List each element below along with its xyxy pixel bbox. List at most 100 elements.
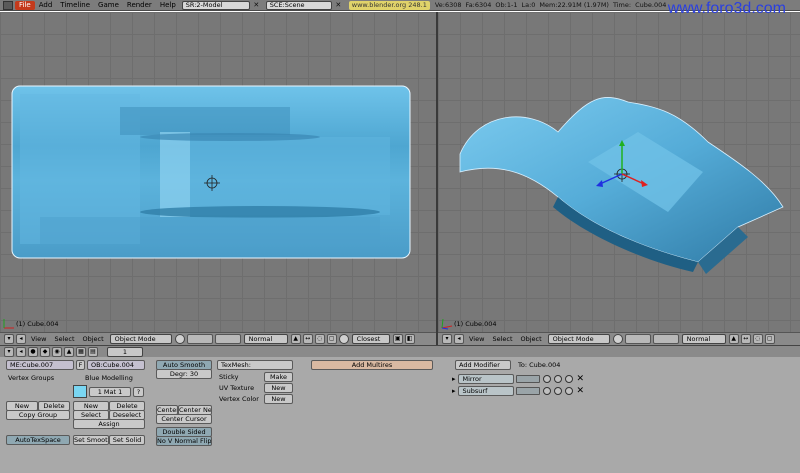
- layers-button[interactable]: [186, 334, 213, 344]
- no-v-normal-flip-toggle[interactable]: No V Normal Flip: [156, 436, 212, 446]
- menu-add[interactable]: Add: [35, 0, 57, 11]
- modifier-name[interactable]: Subsurf: [457, 386, 514, 396]
- menu-select[interactable]: Select: [50, 335, 78, 343]
- rotate-icon[interactable]: ◌: [752, 334, 763, 344]
- collapse-menu-icon[interactable]: ◂: [16, 334, 26, 344]
- collapse-menu-icon[interactable]: ◂: [454, 334, 464, 344]
- pivot-shading-dropdown[interactable]: Normal: [681, 334, 726, 344]
- editor-type-icon[interactable]: ▾: [4, 346, 14, 357]
- modifier-display-toggles[interactable]: [515, 375, 540, 383]
- menu-view[interactable]: View: [465, 335, 488, 343]
- menu-render[interactable]: Render: [123, 0, 156, 11]
- scale-icon[interactable]: ▢: [764, 334, 775, 344]
- translate-icon[interactable]: ↔: [302, 334, 313, 344]
- center-cursor-button[interactable]: Center Cursor: [156, 414, 212, 424]
- editor-type-icon[interactable]: ▾: [4, 334, 14, 344]
- proportional-icon[interactable]: [338, 334, 349, 344]
- uv-texture-label: UV Texture: [219, 384, 255, 392]
- modifier-display-toggles[interactable]: [515, 387, 540, 395]
- move-up-icon[interactable]: [553, 375, 562, 383]
- move-down-icon[interactable]: [564, 387, 573, 395]
- auto-smooth-degree-field[interactable]: Degr: 30: [156, 369, 212, 379]
- menu-help[interactable]: Help: [156, 0, 180, 11]
- add-modifier-dropdown[interactable]: Add Modifier: [455, 360, 511, 370]
- set-smooth-button[interactable]: Set Smooth: [73, 435, 109, 445]
- stat-time: Time:: [612, 0, 632, 9]
- scene-selector[interactable]: SCE:Scene: [265, 0, 332, 10]
- scene-context-icon[interactable]: ▤: [88, 346, 98, 357]
- set-solid-button[interactable]: Set Solid: [109, 435, 145, 445]
- menu-file[interactable]: File: [15, 0, 35, 10]
- expand-triangle-icon[interactable]: ▸: [452, 387, 456, 395]
- draw-type-icon[interactable]: [174, 334, 185, 344]
- stat-objects: Ob:1-1: [495, 0, 518, 9]
- editor-type-icon[interactable]: ▾: [442, 334, 452, 344]
- collapse-menu-icon[interactable]: ◂: [16, 346, 26, 357]
- menu-view[interactable]: View: [27, 335, 50, 343]
- translate-icon[interactable]: ↔: [740, 334, 751, 344]
- shading-context-icon[interactable]: ◉: [52, 346, 62, 357]
- modifier-row-subsurf[interactable]: ▸ Subsurf ✕: [452, 386, 584, 396]
- mode-dropdown[interactable]: Object Mode: [547, 334, 610, 344]
- mesh-name-field[interactable]: ME:Cube.007: [6, 360, 74, 370]
- viewport-object-label: (1) Cube.004: [454, 320, 497, 328]
- watermark-brand: www.foro3d.com: [667, 0, 786, 17]
- layers-button-2[interactable]: [652, 334, 679, 344]
- modifier-cage-icon[interactable]: [542, 387, 551, 395]
- manipulator-icon[interactable]: ▲: [290, 334, 301, 344]
- material-color-swatch[interactable]: [73, 385, 87, 398]
- menu-game[interactable]: Game: [94, 0, 123, 11]
- object-name-field[interactable]: OB:Cube.004: [87, 360, 145, 370]
- uv-texture-new-button[interactable]: New: [264, 383, 293, 393]
- close-screen-icon[interactable]: ✕: [252, 1, 261, 10]
- editing-context-icon[interactable]: ▦: [76, 346, 86, 357]
- move-up-icon[interactable]: [553, 387, 562, 395]
- mode-dropdown[interactable]: Object Mode: [109, 334, 172, 344]
- script-context-icon[interactable]: ◆: [40, 346, 50, 357]
- menu-timeline[interactable]: Timeline: [56, 0, 94, 11]
- remove-modifier-icon[interactable]: ✕: [577, 386, 585, 396]
- material-assign-button[interactable]: Assign: [73, 419, 145, 429]
- render-icon[interactable]: ▣: [392, 334, 403, 344]
- vertex-color-new-button[interactable]: New: [264, 394, 293, 404]
- buttons-window: ME:Cube.007 F OB:Cube.004 Vertex Groups …: [0, 357, 800, 473]
- modifier-name[interactable]: Mirror: [457, 374, 514, 384]
- menu-object[interactable]: Object: [517, 335, 546, 343]
- snap-mode-dropdown[interactable]: Closest: [351, 334, 390, 344]
- material-index-field[interactable]: 1 Mat 1: [89, 387, 131, 397]
- viewport-perspective[interactable]: (1) Cube.004: [438, 12, 800, 332]
- scale-icon[interactable]: ▢: [326, 334, 337, 344]
- menu-object[interactable]: Object: [79, 335, 108, 343]
- rotate-icon[interactable]: ◌: [314, 334, 325, 344]
- stat-verts: Ve:6308: [434, 0, 462, 9]
- modifier-cage-icon[interactable]: [542, 375, 551, 383]
- object-context-icon[interactable]: ▲: [64, 346, 74, 357]
- sticky-make-button[interactable]: Make: [264, 372, 293, 382]
- copy-group-button[interactable]: Copy Group: [6, 410, 70, 420]
- texmesh-field[interactable]: TexMesh:: [217, 360, 293, 370]
- viewport-top[interactable]: (1) Cube.004: [0, 12, 436, 332]
- autotexspace-toggle[interactable]: AutoTexSpace: [6, 435, 70, 445]
- draw-type-icon[interactable]: [612, 334, 623, 344]
- add-multires-button[interactable]: Add Multires: [311, 360, 433, 370]
- editor-type-icon[interactable]: [3, 0, 13, 10]
- close-scene-icon[interactable]: ✕: [334, 1, 343, 10]
- remove-modifier-icon[interactable]: ✕: [577, 374, 585, 384]
- camera-icon[interactable]: ◧: [404, 334, 415, 344]
- blender-link[interactable]: www.blender.org 248.1: [348, 0, 430, 10]
- layers-button-2[interactable]: [214, 334, 241, 344]
- screen-selector[interactable]: SR:2-Model: [181, 0, 250, 10]
- logic-context-icon[interactable]: ●: [28, 346, 38, 357]
- frame-number-field[interactable]: 1: [107, 346, 143, 357]
- fake-user-button[interactable]: F: [76, 360, 85, 370]
- layers-button[interactable]: [624, 334, 651, 344]
- menu-select[interactable]: Select: [488, 335, 516, 343]
- vertex-color-label: Vertex Color: [219, 395, 259, 403]
- manipulator-icon[interactable]: ▲: [728, 334, 739, 344]
- material-help-button[interactable]: ?: [133, 387, 144, 397]
- pivot-shading-dropdown[interactable]: Normal: [243, 334, 288, 344]
- modifier-row-mirror[interactable]: ▸ Mirror ✕: [452, 374, 584, 384]
- buttons-window-header: ▾ ◂ ● ◆ ◉ ▲ ▦ ▤ 1: [0, 345, 800, 357]
- move-down-icon[interactable]: [564, 375, 573, 383]
- expand-triangle-icon[interactable]: ▸: [452, 375, 456, 383]
